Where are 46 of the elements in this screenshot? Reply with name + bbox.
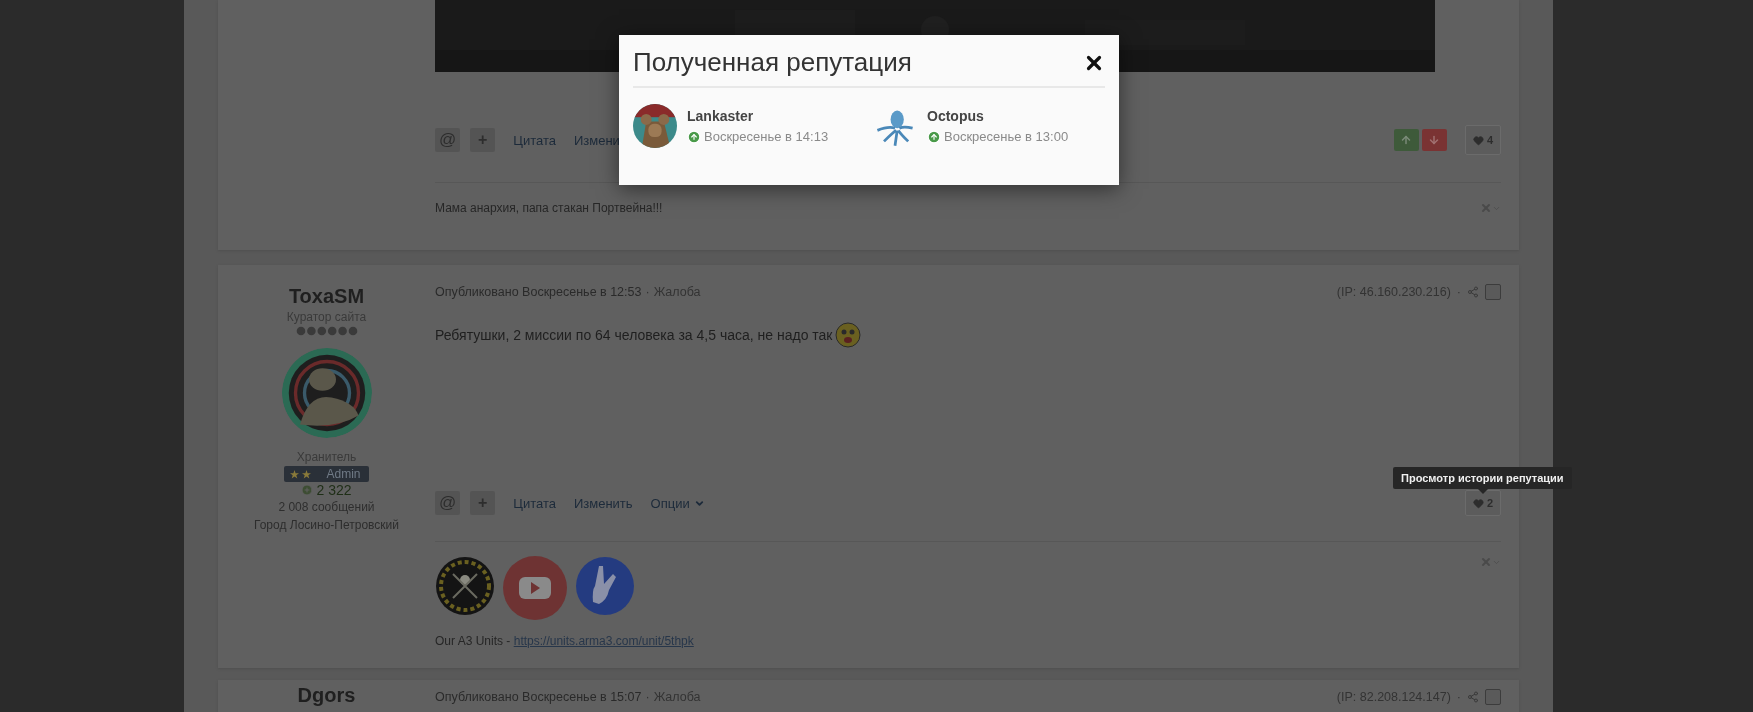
downvote-button[interactable] xyxy=(1421,129,1447,151)
add-button[interactable]: + xyxy=(470,128,496,152)
separator: · xyxy=(645,690,650,704)
reputation-count: 2 322 xyxy=(316,482,352,498)
play-button-icon xyxy=(503,556,567,620)
dialog-title: Полученная репутация xyxy=(633,47,912,78)
badge-label: Admin xyxy=(326,467,361,481)
options-menu[interactable]: Опции xyxy=(650,495,705,511)
add-button[interactable]: + xyxy=(470,491,496,515)
separator: · xyxy=(1456,285,1461,299)
heart-icon xyxy=(1472,497,1484,509)
reputation-time: Воскресенье в 13:00 xyxy=(944,129,1069,144)
emblem-icon xyxy=(435,556,495,616)
signature-link[interactable]: https://units.arma3.com/unit/5thpk xyxy=(513,634,694,648)
author-name[interactable]: Dgors xyxy=(297,684,356,707)
action-link[interactable]: Цитата xyxy=(513,495,556,511)
rank-dots-icon xyxy=(295,326,358,336)
share-icon[interactable] xyxy=(1467,286,1479,298)
reputation-time: Воскресенье в 14:13 xyxy=(704,129,829,144)
tooltip-text: Просмотр истории репутации xyxy=(1401,472,1564,484)
action-link[interactable]: Изменить xyxy=(573,495,633,511)
action-link[interactable]: Цитата xyxy=(513,132,556,148)
plus-circle-icon xyxy=(301,484,314,496)
hand-icon xyxy=(575,556,635,616)
mention-button[interactable]: @ xyxy=(435,491,461,515)
separator: · xyxy=(1456,690,1461,704)
signature-text: Our A3 Units - https://units.arma3.com/unit/5thpk xyxy=(435,634,695,648)
signature-text: Мама анархия, папа стакан Портвейна!!! xyxy=(435,201,663,215)
heart-icon xyxy=(1472,134,1484,146)
select-checkbox[interactable] xyxy=(1485,284,1501,300)
author-name[interactable]: ToxaSM xyxy=(288,285,365,308)
stars-icon xyxy=(290,469,313,479)
select-checkbox[interactable] xyxy=(1485,689,1501,705)
user-name[interactable]: Octopus xyxy=(927,108,1069,124)
separator: · xyxy=(645,285,650,299)
emoji-icon xyxy=(835,322,862,348)
upvote-button[interactable] xyxy=(1393,129,1419,151)
arrow-up-circle-icon xyxy=(687,129,701,144)
action-link[interactable]: Измени xyxy=(573,132,620,148)
arrow-down-icon xyxy=(1428,134,1441,146)
post-body: Ребятушки, 2 миссии по 64 человека за 4,5 часа, не надо так xyxy=(435,327,833,343)
mention-button[interactable]: @ xyxy=(435,128,461,152)
share-icon[interactable] xyxy=(1467,691,1479,703)
user-name[interactable]: Lankaster xyxy=(687,108,829,124)
arrow-up-icon xyxy=(1400,134,1413,146)
arrow-up-circle-icon xyxy=(927,129,941,144)
